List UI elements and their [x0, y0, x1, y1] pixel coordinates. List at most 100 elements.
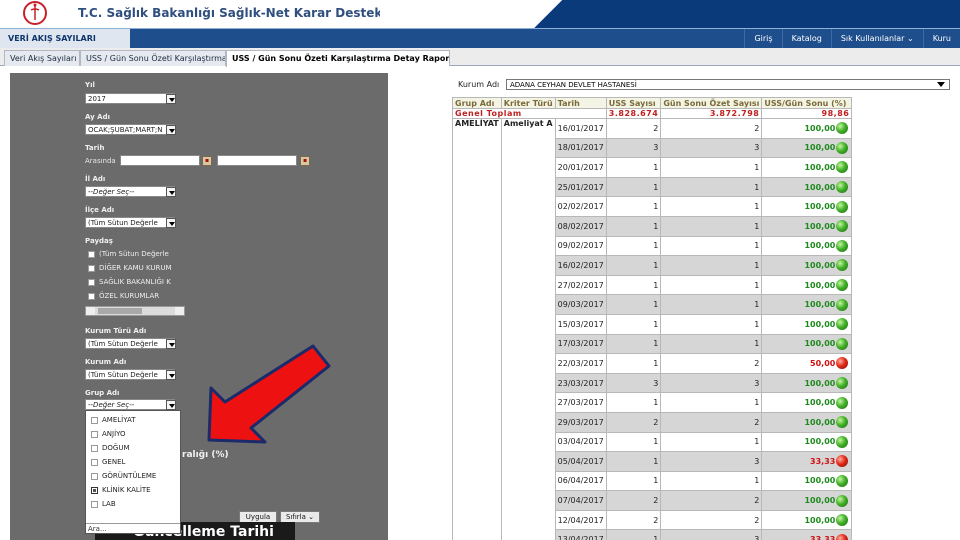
date-start-input[interactable] — [120, 155, 200, 166]
column-header[interactable]: Kriter Türü — [500, 97, 556, 109]
grand-total-pct: 98,86 — [761, 108, 853, 119]
nav-link-catalog[interactable]: Katalog — [781, 29, 831, 48]
column-header[interactable]: Grup Adı — [452, 97, 502, 109]
nav-link-home[interactable]: Giriş — [744, 29, 781, 48]
gso-count-cell: 1 — [660, 431, 763, 453]
date-end-input[interactable] — [217, 155, 297, 166]
group-cell: AMELİYAT — [452, 117, 502, 540]
column-header[interactable]: USS/Gün Sonu (%) — [761, 97, 853, 109]
scroll-left-icon[interactable] — [86, 307, 95, 315]
date-cell: 07/04/2017 — [554, 490, 607, 511]
gso-count-cell: 2 — [660, 411, 763, 433]
date-start-calendar-icon[interactable]: ▪ — [202, 156, 212, 166]
scroll-thumb[interactable] — [98, 308, 142, 314]
percent-value: 100,00 — [804, 280, 836, 290]
checkbox[interactable] — [91, 416, 98, 424]
gso-count-cell: 3 — [660, 529, 763, 540]
uss-count-cell: 1 — [605, 255, 662, 276]
institution-type-label: Kurum Türü Adı — [85, 327, 147, 335]
institution-dropdown-icon[interactable] — [166, 370, 176, 380]
column-header[interactable]: USS Sayısı — [605, 97, 662, 109]
date-cell: 25/01/2017 — [554, 176, 607, 198]
checkbox[interactable] — [91, 472, 98, 480]
tab-veri-akis[interactable]: Veri Akış Sayıları — [4, 50, 80, 66]
percent-value: 33,33 — [810, 456, 836, 466]
green-status-icon — [836, 200, 849, 213]
uss-count-cell: 1 — [605, 176, 662, 198]
grand-total-row: Genel Toplam 3.828.674 3.872.798 98,86 — [452, 108, 853, 119]
month-select[interactable]: OCAK;ŞUBAT;MART;N — [85, 124, 175, 135]
dropdown-option[interactable]: DOĞUM — [91, 444, 130, 452]
institution-select[interactable]: (Tüm Sütun Değerle — [85, 369, 175, 380]
district-dropdown-icon[interactable] — [166, 218, 176, 228]
institution-type-select[interactable]: (Tüm Sütun Değerle — [85, 338, 175, 349]
dropdown-option[interactable]: AMELİYAT — [91, 416, 135, 424]
stakeholder-option[interactable]: (Tüm Sütun Değerle — [88, 250, 169, 261]
tab-uss-comparison[interactable]: USS / Gün Sonu Özeti Karşılaştırma — [80, 50, 226, 66]
checkbox[interactable] — [88, 250, 95, 258]
percent-cell: 100,00 — [761, 411, 853, 433]
province-label: İl Adı — [85, 175, 106, 183]
green-status-icon — [836, 416, 849, 429]
dropdown-search-input[interactable]: Ara... — [86, 523, 180, 534]
nav-link-user[interactable]: Kuru — [922, 29, 960, 48]
checkbox[interactable] — [91, 458, 98, 466]
district-select[interactable]: (Tüm Sütun Değerle — [85, 217, 175, 228]
year-dropdown-icon[interactable] — [166, 94, 176, 104]
date-end-calendar-icon[interactable]: ▪ — [300, 156, 310, 166]
checkbox[interactable] — [91, 444, 98, 452]
percent-value: 100,00 — [804, 339, 836, 349]
dropdown-option[interactable]: GENEL — [91, 458, 125, 466]
nav-link-favorites[interactable]: Sık Kullanılanlar ⌄ — [830, 29, 923, 48]
date-cell: 05/04/2017 — [554, 451, 607, 472]
date-cell: 06/04/2017 — [554, 470, 607, 492]
uss-count-cell: 1 — [605, 451, 662, 472]
district-label: İlçe Adı — [85, 206, 115, 214]
date-label: Tarih — [85, 144, 105, 152]
checkbox[interactable] — [91, 500, 98, 508]
group-select[interactable]: --Değer Seç-- — [85, 399, 175, 410]
group-dropdown-icon[interactable] — [166, 400, 176, 410]
percent-cell: 100,00 — [761, 196, 853, 217]
report-institution-select[interactable]: ADANA CEYHAN DEVLET HASTANESİ — [506, 79, 950, 90]
stakeholder-option[interactable]: ÖZEL KURUMLAR — [88, 292, 159, 303]
uss-count-cell: 2 — [605, 509, 662, 531]
month-dropdown-icon[interactable] — [166, 125, 176, 135]
green-status-icon — [836, 161, 849, 174]
checkbox[interactable] — [91, 486, 98, 494]
dropdown-option[interactable]: LAB — [91, 500, 116, 508]
checkbox[interactable] — [88, 292, 95, 300]
column-header[interactable]: Gün Sonu Özet Sayısı — [660, 97, 763, 109]
scroll-right-icon[interactable] — [175, 307, 184, 315]
year-select[interactable]: 2017 — [85, 93, 175, 104]
green-status-icon — [836, 435, 849, 448]
gso-count-cell: 1 — [660, 333, 763, 355]
date-cell: 09/02/2017 — [554, 235, 607, 257]
chevron-down-icon[interactable] — [937, 82, 945, 87]
uss-count-cell: 1 — [605, 196, 662, 217]
stakeholder-option[interactable]: DİĞER KAMU KURUM — [88, 264, 172, 275]
stakeholder-scrollbar[interactable] — [85, 306, 185, 316]
institution-type-dropdown-icon[interactable] — [166, 339, 176, 349]
stakeholder-option[interactable]: SAĞLIK BAKANLIĞI K — [88, 278, 171, 289]
month-label: Ay Adı — [85, 113, 110, 121]
percent-cell: 100,00 — [761, 157, 853, 178]
percent-cell: 100,00 — [761, 509, 853, 531]
gso-count-cell: 1 — [660, 157, 763, 178]
date-cell: 29/03/2017 — [554, 411, 607, 433]
range-label: ralığı (%) — [182, 450, 229, 460]
checkbox[interactable] — [88, 278, 95, 286]
uss-count-cell: 1 — [605, 274, 662, 296]
province-select[interactable]: --Değer Seç-- — [85, 186, 175, 197]
column-header[interactable]: Tarih — [554, 97, 607, 109]
uss-count-cell: 3 — [605, 372, 662, 394]
dropdown-option[interactable]: GÖRÜNTÜLEME — [91, 472, 156, 480]
checkbox[interactable] — [88, 264, 95, 272]
header-decoration — [380, 0, 960, 28]
green-status-icon — [836, 122, 849, 135]
tab-uss-detail-report[interactable]: USS / Gün Sonu Özeti Karşılaştırma Detay… — [226, 50, 450, 67]
province-dropdown-icon[interactable] — [166, 187, 176, 197]
dropdown-option[interactable]: ANJİYO — [91, 430, 126, 438]
dropdown-option[interactable]: KLİNİK KALİTE — [91, 486, 151, 494]
checkbox[interactable] — [91, 430, 98, 438]
